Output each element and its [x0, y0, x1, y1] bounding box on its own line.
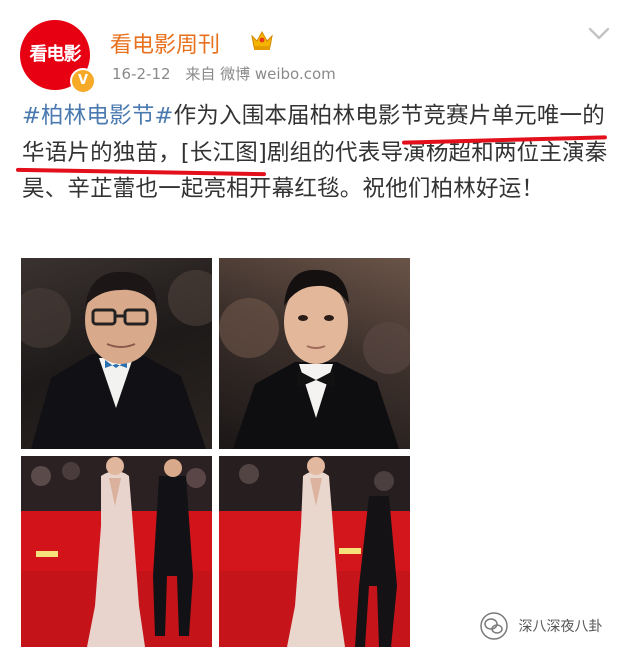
- photo-director[interactable]: [21, 258, 212, 449]
- post-meta: 16-2-12 来自 微博 weibo.com: [112, 63, 346, 84]
- watermark: 深八深夜八卦: [480, 612, 602, 640]
- photo-actor[interactable]: [219, 258, 410, 449]
- watermark-text: 深八深夜八卦: [518, 619, 603, 635]
- hashtag-link[interactable]: #柏林电影节#: [22, 103, 174, 129]
- red-carpet-gown-image: [21, 456, 212, 647]
- post-text: #柏林电影节#作为入围本届柏林电影节竞赛片单元唯一的华语片的独苗，[长江图]剧组…: [22, 98, 612, 208]
- avatar[interactable]: 看电影 V: [20, 20, 96, 94]
- photo-red-carpet-2[interactable]: [219, 456, 410, 647]
- post-text-segment: 作为入围本届柏林电: [173, 103, 378, 129]
- crown-icon: [251, 30, 273, 50]
- username[interactable]: 看电影周刊: [110, 27, 220, 59]
- verified-icon: V: [70, 68, 96, 94]
- portrait-man-bowtie-image: [219, 269, 410, 449]
- post-source: 来自 微博 weibo.com: [185, 65, 336, 83]
- photo-red-carpet-1[interactable]: [21, 456, 212, 647]
- portrait-man-glasses-image: [21, 270, 212, 449]
- red-carpet-gown-image: [219, 456, 410, 647]
- wechat-logo-icon: [480, 612, 508, 640]
- post-text-highlight: 影节竞赛片单元: [377, 103, 537, 129]
- post-date: 16-2-12: [112, 65, 171, 83]
- chevron-down-icon[interactable]: [588, 27, 610, 41]
